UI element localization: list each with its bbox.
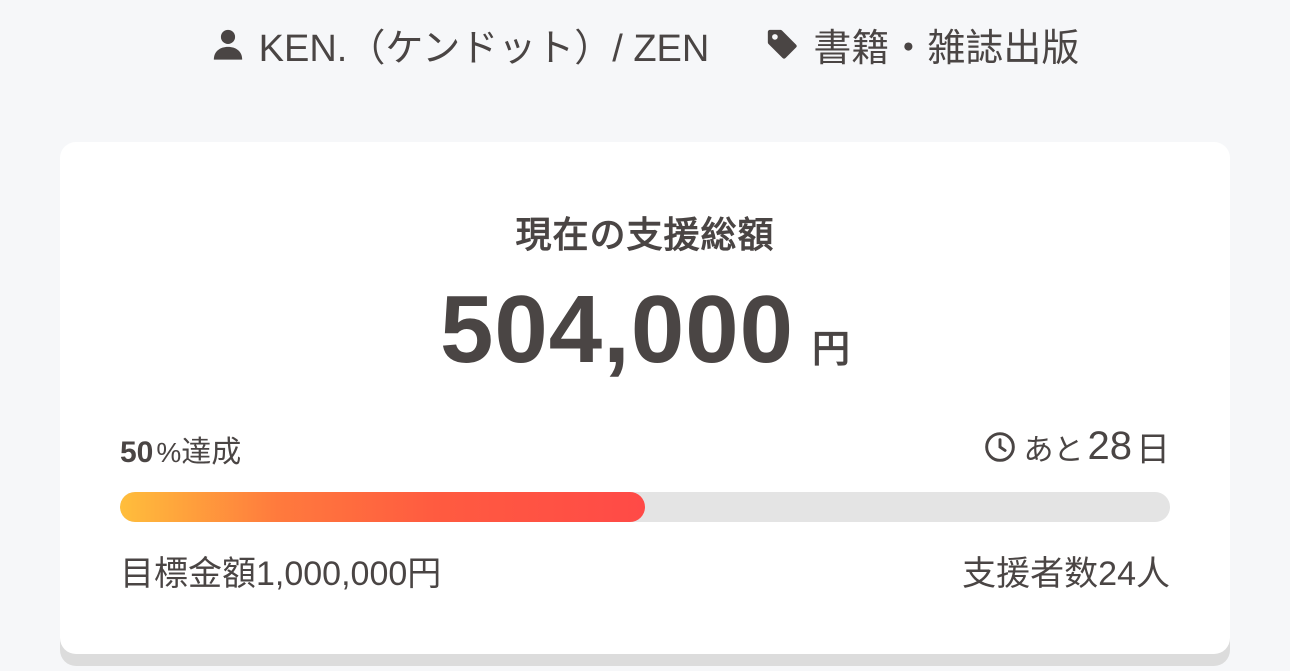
funding-amount: 504,000 円 xyxy=(60,282,1230,378)
category-link[interactable]: 書籍・雑誌出版 xyxy=(765,17,1079,72)
goal-amount: 目標金額1,000,000円 xyxy=(120,555,442,593)
remaining-prefix: あと xyxy=(1023,433,1084,467)
achievement-label: 達成 xyxy=(181,436,242,469)
progress-info: 50 % 達成 あと 28 日 xyxy=(120,424,1170,471)
amount-currency: 円 xyxy=(812,329,851,371)
user-icon xyxy=(211,27,245,61)
remaining-unit: 日 xyxy=(1136,431,1170,469)
tag-icon xyxy=(765,27,799,61)
progress-fill xyxy=(120,492,645,522)
project-meta: KEN.（ケンドット）/ ZEN 書籍・雑誌出版 xyxy=(0,18,1290,70)
author-link[interactable]: KEN.（ケンドット）/ ZEN xyxy=(211,17,710,72)
funding-title: 現在の支援総額 xyxy=(515,214,775,255)
achievement-rate: 50 % 達成 xyxy=(120,427,241,471)
remaining-time: あと 28 日 xyxy=(984,422,1170,471)
achievement-percent-sign: % xyxy=(156,437,182,468)
clock-icon xyxy=(984,431,1024,463)
category-name: 書籍・雑誌出版 xyxy=(813,27,1080,70)
achievement-percent: 50 xyxy=(120,436,154,469)
funding-card: 現在の支援総額 504,000 円 50 % 達成 あと 28 日 目標金額1,… xyxy=(60,142,1230,654)
remaining-days: 28 xyxy=(1087,424,1133,468)
progress-bar xyxy=(120,492,1170,522)
amount-value: 504,000 xyxy=(439,276,794,383)
funding-stats: 目標金額1,000,000円 支援者数24人 xyxy=(120,546,1170,595)
supporter-count: 支援者数24人 xyxy=(962,555,1170,593)
author-name: KEN.（ケンドット）/ ZEN xyxy=(258,27,710,70)
